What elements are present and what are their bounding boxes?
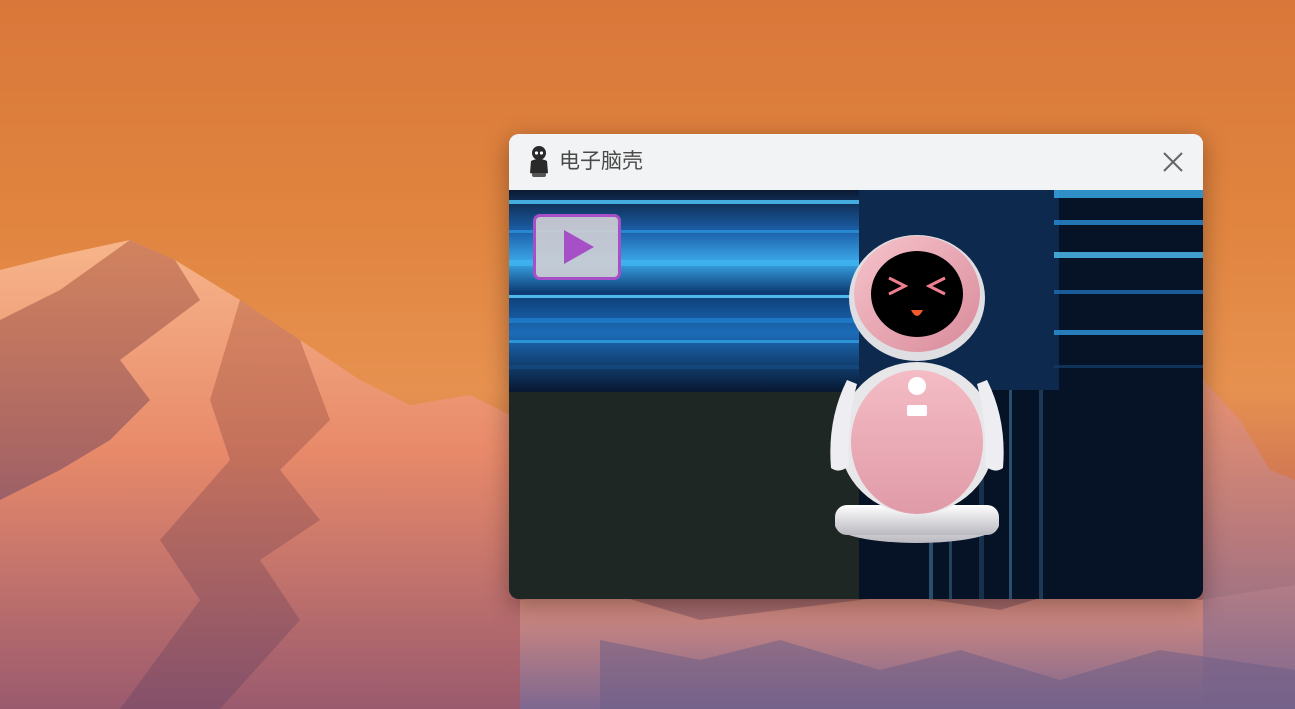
window-title: 电子脑壳 — [559, 149, 643, 173]
play-button[interactable] — [533, 214, 621, 280]
robot-icon — [530, 146, 548, 177]
video-stage — [509, 190, 1203, 599]
play-icon — [564, 230, 594, 264]
app-window: 电子脑壳 — [509, 134, 1203, 599]
close-icon[interactable] — [1159, 148, 1187, 176]
titlebar: 电子脑壳 — [509, 134, 1203, 190]
